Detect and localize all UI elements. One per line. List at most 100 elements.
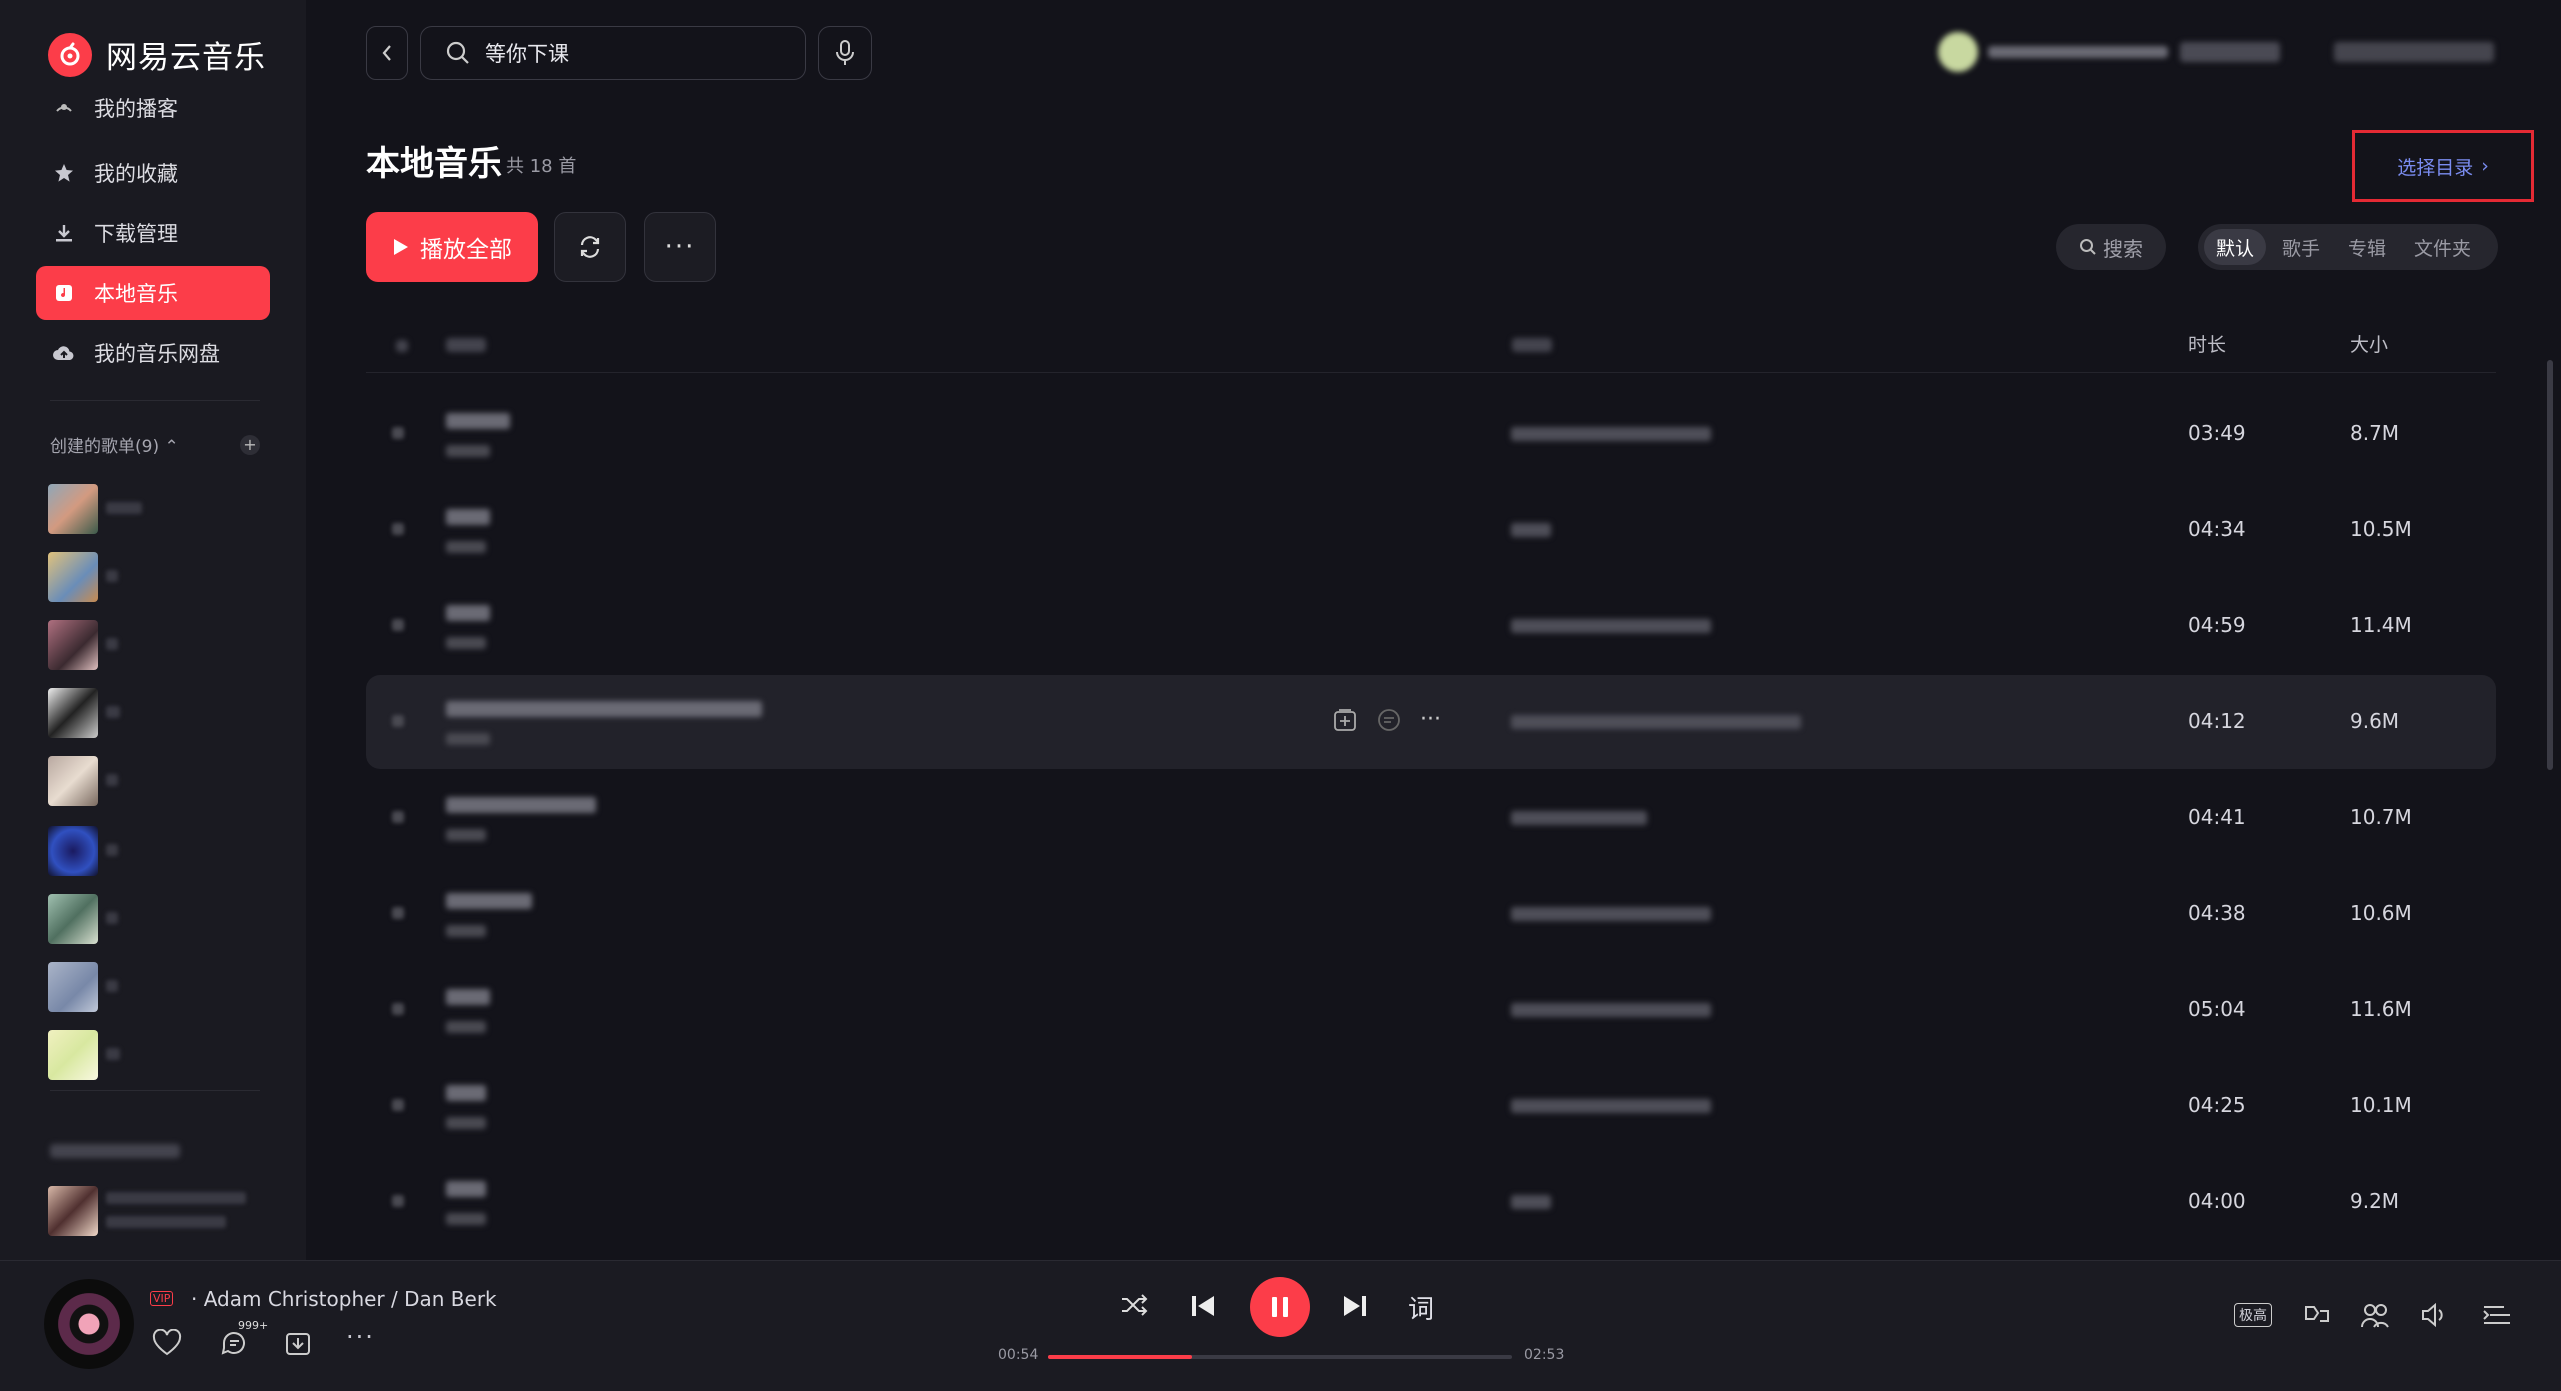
progress-bar[interactable] (1048, 1355, 1512, 1359)
add-playlist-icon[interactable]: + (240, 434, 260, 455)
next-icon[interactable] (1342, 1293, 1368, 1319)
table-row[interactable]: 04:59 11.4M (366, 579, 2496, 673)
playlist-queue-icon[interactable] (2482, 1301, 2512, 1333)
sidebar-item-favorites[interactable]: 我的收藏 (36, 146, 270, 200)
more-button[interactable]: ··· (644, 212, 716, 282)
row-index (392, 619, 404, 631)
message-icon[interactable] (2180, 42, 2280, 62)
heart-icon[interactable] (152, 1328, 182, 1361)
row-index (392, 1099, 404, 1111)
add-to-playlist-icon[interactable] (1332, 707, 1358, 737)
more-icon[interactable]: ··· (1420, 707, 1441, 737)
song-size: 9.6M (2350, 709, 2400, 733)
sidebar-item-downloads[interactable]: 下载管理 (36, 206, 270, 260)
song-title (446, 509, 490, 525)
song-size: 11.4M (2350, 613, 2412, 637)
table-row[interactable]: 05:04 11.6M (366, 963, 2496, 1057)
header-album[interactable] (1512, 338, 1552, 352)
star-icon (52, 161, 76, 185)
playlist-cover[interactable] (48, 894, 98, 944)
play-all-button[interactable]: 播放全部 (366, 212, 538, 282)
album-cover[interactable] (44, 1279, 134, 1369)
playlist-cover[interactable] (48, 962, 98, 1012)
total-time: 02:53 (1524, 1347, 1565, 1363)
play-all-label: 播放全部 (420, 237, 512, 263)
pause-button[interactable] (1250, 1277, 1310, 1337)
now-playing-artist[interactable]: · Adam Christopher / Dan Berk (191, 1287, 497, 1311)
lyrics-button[interactable]: 词 (1408, 1289, 1434, 1326)
table-row[interactable]: 04:00 9.2M (366, 1155, 2496, 1249)
sidebar-item-cloud[interactable]: 我的音乐网盘 (36, 326, 270, 380)
tab-album[interactable]: 专辑 (2336, 229, 2398, 265)
playlist-name (106, 570, 118, 582)
song-duration: 03:49 (2188, 421, 2246, 445)
refresh-icon (580, 236, 600, 258)
playlist-name (106, 844, 118, 856)
playlist-cover[interactable] (48, 688, 98, 738)
playlist-cover[interactable] (48, 1030, 98, 1080)
collected-playlists-header[interactable] (50, 1144, 180, 1158)
voice-search-button[interactable] (818, 26, 872, 80)
local-music-icon (52, 281, 76, 305)
playlist-cover[interactable] (48, 756, 98, 806)
sidebar: 网易云音乐 我的播客 我的收藏 下载管理 本地音乐 我的音乐网盘 创建的歌单(9… (0, 0, 306, 1260)
table-row[interactable]: ··· 04:12 9.6M (366, 675, 2496, 769)
sidebar-item-local-music[interactable]: 本地音乐 (36, 266, 270, 320)
previous-icon[interactable] (1190, 1293, 1216, 1319)
back-button[interactable] (366, 26, 408, 80)
scrollbar[interactable] (2547, 360, 2553, 770)
playlist-cover[interactable] (48, 620, 98, 670)
tab-default[interactable]: 默认 (2204, 229, 2267, 265)
volume-icon[interactable] (2420, 1301, 2448, 1333)
playlist-name (106, 774, 118, 786)
song-size: 11.6M (2350, 997, 2412, 1021)
shuffle-icon[interactable] (1120, 1291, 1150, 1319)
table-row[interactable]: 04:41 10.7M (366, 771, 2496, 865)
song-title (446, 797, 596, 813)
more-icon[interactable]: ··· (346, 1323, 375, 1351)
header-title[interactable] (446, 338, 486, 352)
window-controls[interactable] (2334, 42, 2494, 62)
table-row[interactable]: 03:49 8.7M (366, 387, 2496, 481)
song-duration: 04:34 (2188, 517, 2246, 541)
choose-directory-button[interactable]: 选择目录 › (2352, 130, 2534, 202)
comment-icon[interactable] (1376, 707, 1402, 737)
header-duration[interactable]: 时长 (2188, 330, 2226, 357)
playlist-cover[interactable] (48, 826, 98, 876)
header-divider (366, 372, 2496, 373)
row-index (392, 1003, 404, 1015)
song-size: 8.7M (2350, 421, 2400, 445)
playlist-cover[interactable] (48, 552, 98, 602)
song-album (1511, 907, 1711, 921)
refresh-button[interactable] (554, 212, 626, 282)
song-artist (446, 925, 486, 937)
song-artist (446, 1117, 486, 1129)
sound-effect-icon[interactable] (2302, 1301, 2332, 1333)
song-duration: 04:59 (2188, 613, 2246, 637)
tab-folder[interactable]: 文件夹 (2402, 229, 2483, 265)
app-logo[interactable]: 网易云音乐 (48, 32, 266, 77)
tab-artist[interactable]: 歌手 (2270, 229, 2332, 265)
song-size: 10.7M (2350, 805, 2412, 829)
sidebar-item-label: 我的收藏 (94, 162, 178, 186)
header-size[interactable]: 大小 (2350, 330, 2388, 357)
comment-icon[interactable] (220, 1329, 250, 1361)
table-row[interactable]: 04:25 10.1M (366, 1059, 2496, 1153)
username[interactable] (1988, 46, 2168, 58)
avatar[interactable] (1938, 32, 1978, 72)
song-title (446, 1181, 486, 1197)
song-duration: 05:04 (2188, 997, 2246, 1021)
search-input[interactable]: 等你下课 (420, 26, 806, 80)
playlist-cover[interactable] (48, 484, 98, 534)
table-row[interactable]: 04:34 10.5M (366, 483, 2496, 577)
song-artist (446, 445, 490, 457)
download-icon[interactable] (284, 1329, 312, 1361)
playlist-cover[interactable] (48, 1186, 98, 1236)
quality-button[interactable]: 极高 (2234, 1303, 2272, 1327)
table-row[interactable]: 04:38 10.6M (366, 867, 2496, 961)
download-icon (52, 221, 76, 245)
created-playlists-header[interactable]: 创建的歌单(9) ⌃ + (50, 432, 260, 457)
sidebar-item-podcast[interactable]: 我的播客 (36, 88, 270, 128)
listen-together-icon[interactable] (2360, 1301, 2390, 1333)
list-search-button[interactable]: 搜索 (2056, 224, 2166, 270)
